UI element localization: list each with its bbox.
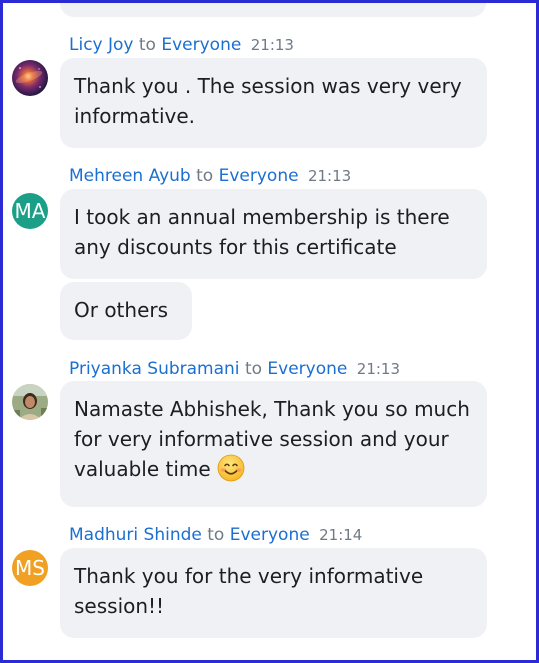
sender-name[interactable]: Licy Joy	[69, 35, 133, 55]
avatar-initials: MA	[12, 193, 48, 229]
recipient-name[interactable]: Everyone	[161, 35, 241, 55]
galaxy-photo-avatar	[12, 60, 48, 96]
message-time: 21:13	[307, 167, 352, 185]
recipient-name[interactable]: Everyone	[230, 525, 310, 545]
message-header: Licy Joy to Everyone 21:13	[69, 34, 294, 56]
message-bubble: Thank you for the very informative sessi…	[60, 548, 487, 638]
person-photo-avatar	[12, 384, 48, 420]
sender-name[interactable]: Priyanka Subramani	[69, 359, 240, 379]
message-bubble: Namaste Abhishek, Thank you so much for …	[60, 381, 487, 507]
message-header: Mehreen Ayub to Everyone 21:13	[69, 165, 351, 187]
message-time: 21:13	[356, 360, 401, 378]
recipient-name[interactable]: Everyone	[267, 359, 347, 379]
message-text: Namaste Abhishek, Thank you so much for …	[74, 397, 470, 481]
to-label: to	[138, 35, 156, 55]
to-label: to	[207, 525, 225, 545]
message-bubble: Thank you . The session was very very in…	[60, 58, 487, 148]
to-label: to	[196, 166, 214, 186]
message-time: 21:14	[319, 526, 363, 544]
message-text: I took an annual membership is there any…	[74, 205, 450, 259]
message-text: Thank you for the very informative sessi…	[74, 564, 424, 618]
message-time: 21:13	[250, 36, 294, 54]
to-label: to	[244, 359, 263, 379]
message-text: Thank you . The session was very very in…	[74, 74, 462, 128]
avatar-initials: MS	[12, 550, 48, 586]
chat-panel: Licy Joy to Everyone 21:13 Thank you . T…	[0, 0, 539, 663]
sender-name[interactable]: Mehreen Ayub	[69, 166, 191, 186]
recipient-name[interactable]: Everyone	[219, 166, 299, 186]
message-bubble: I took an annual membership is there any…	[60, 189, 487, 279]
message-header: Madhuri Shinde to Everyone 21:14	[69, 524, 362, 546]
message-header: Priyanka Subramani to Everyone 21:13	[69, 358, 400, 380]
smiling-face-emoji-icon	[217, 454, 245, 490]
previous-message-bubble	[60, 3, 486, 17]
message-bubble: Or others	[60, 282, 192, 340]
message-text: Or others	[74, 298, 169, 322]
sender-name[interactable]: Madhuri Shinde	[69, 525, 202, 545]
